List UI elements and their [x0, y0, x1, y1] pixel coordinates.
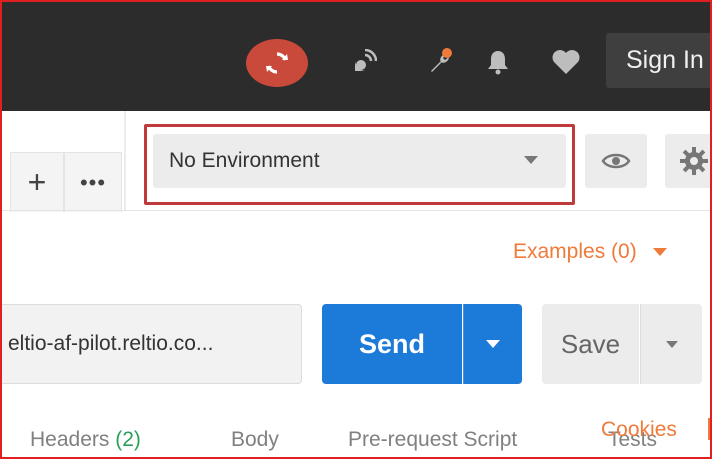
heart-icon	[552, 50, 580, 74]
settings-wrench-button[interactable]	[422, 44, 458, 80]
send-label: Send	[358, 328, 425, 359]
tab-pre-request-label: Pre-request Script	[348, 428, 518, 451]
notifications-button[interactable]	[480, 44, 516, 80]
cookies-link[interactable]: Cookies	[601, 418, 677, 442]
gear-icon	[680, 147, 708, 175]
tab-headers[interactable]: Headers (2)	[30, 428, 141, 452]
chevron-down-icon	[665, 340, 678, 348]
code-link-edge	[708, 418, 712, 440]
chevron-down-icon	[486, 340, 500, 348]
request-url-input[interactable]: eltio-af-pilot.reltio.co...	[0, 304, 302, 384]
send-button[interactable]: Send	[322, 304, 462, 384]
plus-icon: +	[27, 164, 47, 200]
environment-quick-look-button[interactable]	[585, 134, 647, 188]
save-options-button[interactable]	[640, 304, 702, 384]
tab-headers-label: Headers	[30, 428, 110, 451]
bell-icon	[488, 51, 508, 75]
request-url-value: eltio-af-pilot.reltio.co...	[8, 332, 214, 355]
sync-icon	[266, 52, 288, 74]
eye-icon	[601, 153, 631, 169]
satellite-icon	[354, 49, 377, 72]
highlight-box	[144, 124, 575, 205]
notification-dot	[442, 48, 452, 58]
cookies-label: Cookies	[601, 418, 677, 441]
wrench-icon	[431, 48, 452, 72]
send-options-button[interactable]	[463, 304, 522, 384]
tab-body[interactable]: Body	[231, 428, 279, 452]
tab-pre-request-script[interactable]: Pre-request Script	[348, 428, 517, 452]
sign-in-label: Sign In	[626, 46, 704, 74]
save-label: Save	[560, 328, 621, 359]
more-icon: •••	[79, 169, 107, 195]
examples-dropdown[interactable]: Examples (0)	[513, 240, 667, 264]
more-tabs-button[interactable]: •••	[64, 152, 122, 212]
tabs-separator	[0, 210, 712, 211]
save-button[interactable]: Save	[542, 304, 639, 384]
examples-label: Examples (0)	[513, 240, 637, 263]
manage-environments-button[interactable]	[665, 134, 712, 188]
chevron-down-icon	[652, 248, 667, 256]
headers-count-badge: (2)	[115, 428, 141, 451]
new-tab-button[interactable]: +	[10, 152, 64, 212]
app-header: Sign In	[0, 0, 712, 111]
tab-body-label: Body	[231, 428, 279, 451]
sync-button[interactable]	[246, 39, 308, 87]
sign-in-button[interactable]: Sign In	[606, 33, 712, 88]
heart-button[interactable]	[548, 44, 584, 80]
interceptor-button[interactable]	[346, 44, 382, 80]
tabs-divider	[124, 111, 126, 211]
